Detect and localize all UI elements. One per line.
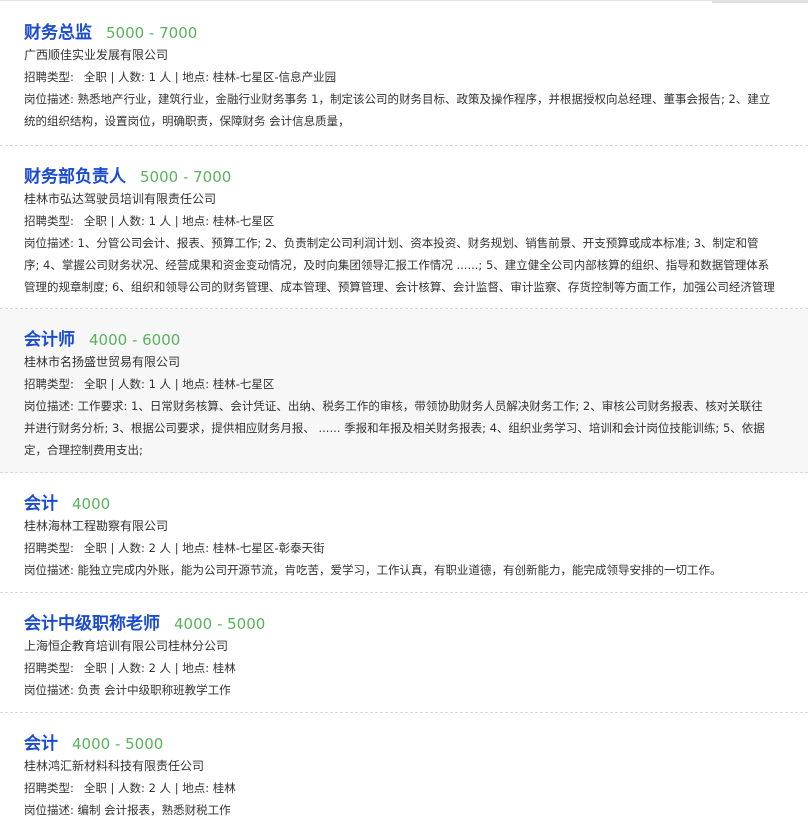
job-list-page: 财务总监 5000 - 7000 广西顺佳实业发展有限公司 招聘类型: 全职 | …: [0, 0, 808, 830]
job-card: 会计 4000 - 5000 桂林鸿汇新材料科技有限责任公司 招聘类型: 全职 |…: [0, 713, 808, 830]
job-header: 财务部负责人 5000 - 7000: [24, 162, 808, 188]
job-title-link[interactable]: 财务部负责人: [24, 162, 126, 187]
job-title-link[interactable]: 财务总监: [24, 18, 92, 43]
job-title-link[interactable]: 会计中级职称老师: [24, 609, 160, 634]
meta-value: 全职 | 人数: 2 人 | 地点: 桂林: [83, 661, 236, 675]
job-title-link[interactable]: 会计师: [24, 325, 75, 350]
job-salary: 5000 - 7000: [140, 168, 232, 186]
meta-label: 招聘类型:: [24, 661, 74, 675]
job-card: 会计师 4000 - 6000 桂林市名扬盛世贸易有限公司 招聘类型: 全职 | …: [0, 309, 808, 473]
job-description-line: 岗位描述: 能独立完成内外账，能为公司开源节流，肯吃苦，爱学习，工作认真，有职业…: [24, 563, 722, 577]
job-card: 会计 4000 桂林海林工程勘察有限公司 招聘类型: 全职 | 人数: 2 人 |…: [0, 473, 808, 593]
company-name-link[interactable]: 桂林海林工程勘察有限公司: [24, 515, 808, 537]
meta-value: 全职 | 人数: 1 人 | 地点: 桂林-七星区: [83, 377, 275, 391]
job-description-line: 岗位描述: 1、分管公司会计、报表、预算工作; 2、负责制定公司利润计划、资本投…: [24, 236, 759, 250]
job-description-line: 定，合理控制费用支出;: [24, 443, 143, 457]
job-meta: 招聘类型: 全职 | 人数: 1 人 | 地点: 桂林-七星区: [24, 210, 808, 232]
meta-label: 招聘类型:: [24, 781, 74, 795]
job-title-link[interactable]: 会计: [24, 729, 58, 754]
meta-label: 招聘类型:: [24, 377, 74, 391]
job-salary: 4000: [72, 495, 111, 513]
job-description-line: 管理的规章制度; 6、组织和领导公司的财务管理、成本管理、预算管理、会计核算、会…: [24, 280, 775, 294]
job-meta: 招聘类型: 全职 | 人数: 1 人 | 地点: 桂林-七星区-信息产业园: [24, 66, 808, 88]
job-description-line: 岗位描述: 熟悉地产行业，建筑行业，金融行业财务事务 1，制定该公司的财务目标、…: [24, 92, 771, 106]
job-salary: 5000 - 7000: [106, 24, 198, 42]
job-header: 会计 4000 - 5000: [24, 729, 808, 755]
job-description-line: 序; 4、掌握公司财务状况、经营成果和资金变动情况，及时向集团领导汇报工作情况 …: [24, 258, 770, 272]
job-header: 会计师 4000 - 6000: [24, 325, 808, 351]
job-description-line: 统的组织结构，设置岗位，明确职责，保障财务 会计信息质量，: [24, 114, 350, 128]
job-meta: 招聘类型: 全职 | 人数: 1 人 | 地点: 桂林-七星区: [24, 373, 808, 395]
job-salary: 4000 - 6000: [89, 331, 181, 349]
job-card: 财务总监 5000 - 7000 广西顺佳实业发展有限公司 招聘类型: 全职 | …: [0, 1, 808, 146]
job-card: 会计中级职称老师 4000 - 5000 上海恒企教育培训有限公司桂林分公司 招…: [0, 593, 808, 713]
company-name-link[interactable]: 桂林市名扬盛世贸易有限公司: [24, 351, 808, 373]
job-salary: 4000 - 5000: [72, 735, 164, 753]
meta-label: 招聘类型:: [24, 70, 74, 84]
meta-value: 全职 | 人数: 2 人 | 地点: 桂林-七星区-彰泰天街: [83, 541, 325, 555]
job-meta: 招聘类型: 全职 | 人数: 2 人 | 地点: 桂林-七星区-彰泰天街: [24, 537, 808, 559]
company-name-link[interactable]: 上海恒企教育培训有限公司桂林分公司: [24, 635, 808, 657]
job-description-line: 并进行财务分析; 3、根据公司要求，提供相应财务月报、 ...... 季报和年报…: [24, 421, 765, 435]
company-name-link[interactable]: 广西顺佳实业发展有限公司: [24, 44, 808, 66]
job-salary: 4000 - 5000: [174, 615, 266, 633]
meta-value: 全职 | 人数: 1 人 | 地点: 桂林-七星区-信息产业园: [83, 70, 337, 84]
company-name-link[interactable]: 桂林鸿汇新材料科技有限责任公司: [24, 755, 808, 777]
meta-value: 全职 | 人数: 2 人 | 地点: 桂林: [83, 781, 236, 795]
meta-label: 招聘类型:: [24, 214, 74, 228]
job-header: 财务总监 5000 - 7000: [24, 18, 808, 44]
meta-label: 招聘类型:: [24, 541, 74, 555]
job-description-line: 岗位描述: 编制 会计报表，熟悉财税工作: [24, 803, 231, 817]
meta-value: 全职 | 人数: 1 人 | 地点: 桂林-七星区: [83, 214, 275, 228]
job-card: 财务部负责人 5000 - 7000 桂林市弘达驾驶员培训有限责任公司 招聘类型…: [0, 146, 808, 309]
job-title-link[interactable]: 会计: [24, 489, 58, 514]
job-description-line: 岗位描述: 负责 会计中级职称班教学工作: [24, 683, 231, 697]
job-meta: 招聘类型: 全职 | 人数: 2 人 | 地点: 桂林: [24, 657, 808, 679]
company-name-link[interactable]: 桂林市弘达驾驶员培训有限责任公司: [24, 188, 808, 210]
job-header: 会计中级职称老师 4000 - 5000: [24, 609, 808, 635]
job-description-line: 岗位描述: 工作要求: 1、日常财务核算、会计凭证、出纳、税务工作的审核，带领协…: [24, 399, 763, 413]
job-meta: 招聘类型: 全职 | 人数: 2 人 | 地点: 桂林: [24, 777, 808, 799]
job-header: 会计 4000: [24, 489, 808, 515]
